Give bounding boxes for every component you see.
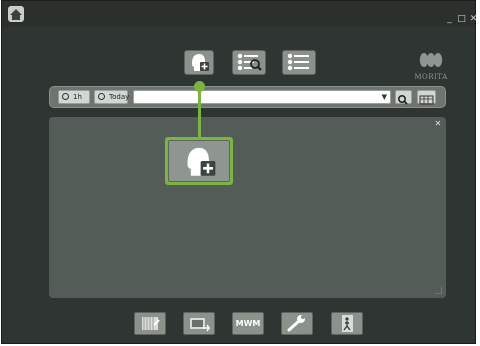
highlight-connector <box>198 86 201 139</box>
home-icon[interactable] <box>8 6 24 22</box>
export-button[interactable] <box>183 312 215 335</box>
image-viewer-button[interactable] <box>134 312 166 335</box>
filter-today-label: Today <box>109 93 130 101</box>
patient-list-icon <box>287 53 309 71</box>
wrench-icon <box>287 315 305 332</box>
new-patient-button[interactable] <box>184 50 214 75</box>
filter-today-button[interactable]: Today <box>94 90 130 104</box>
patient-search-button[interactable] <box>232 50 266 75</box>
search-icon <box>397 94 408 105</box>
exit-button[interactable] <box>331 312 363 335</box>
search-input[interactable]: ▼ <box>133 90 391 104</box>
search-bar: 1h Today ▼ <box>49 86 446 108</box>
calendar-button[interactable] <box>417 90 436 105</box>
exit-door-icon <box>342 315 353 332</box>
resize-grip-icon[interactable] <box>435 287 442 294</box>
morita-logo-mark <box>419 53 443 67</box>
content-panel: ✕ <box>49 117 446 298</box>
app-window: _ □ ✕ MORITA 1h Today ▼ ✕ MWM <box>1 0 478 344</box>
minimize-button[interactable]: _ <box>445 15 454 24</box>
filter-1h-button[interactable]: 1h <box>58 90 90 104</box>
new-patient-highlighted-button[interactable] <box>165 137 233 185</box>
title-bar: _ □ ✕ <box>2 1 478 27</box>
filter-1h-label: 1h <box>73 93 82 101</box>
highlight-connector-dot <box>194 81 205 92</box>
morita-logo: MORITA <box>414 51 448 81</box>
logo-text: MORITA <box>414 73 448 81</box>
settings-button[interactable] <box>281 312 313 335</box>
image-stack-icon <box>142 317 160 330</box>
search-button[interactable] <box>395 90 412 105</box>
new-patient-icon <box>187 147 216 176</box>
magnifier-icon <box>62 93 69 100</box>
patient-search-icon <box>237 53 262 71</box>
magnifier-icon <box>98 93 105 100</box>
mwm-button[interactable]: MWM <box>232 312 264 335</box>
dropdown-arrow-icon[interactable]: ▼ <box>382 93 387 102</box>
export-icon <box>190 318 211 332</box>
maximize-button[interactable]: □ <box>457 15 466 24</box>
new-patient-icon <box>192 54 209 71</box>
close-window-button[interactable]: ✕ <box>469 15 478 24</box>
calendar-icon <box>419 95 434 105</box>
new-patient-highlighted-inner <box>168 140 230 182</box>
patient-list-button[interactable] <box>282 50 316 75</box>
panel-close-button[interactable]: ✕ <box>434 120 442 128</box>
